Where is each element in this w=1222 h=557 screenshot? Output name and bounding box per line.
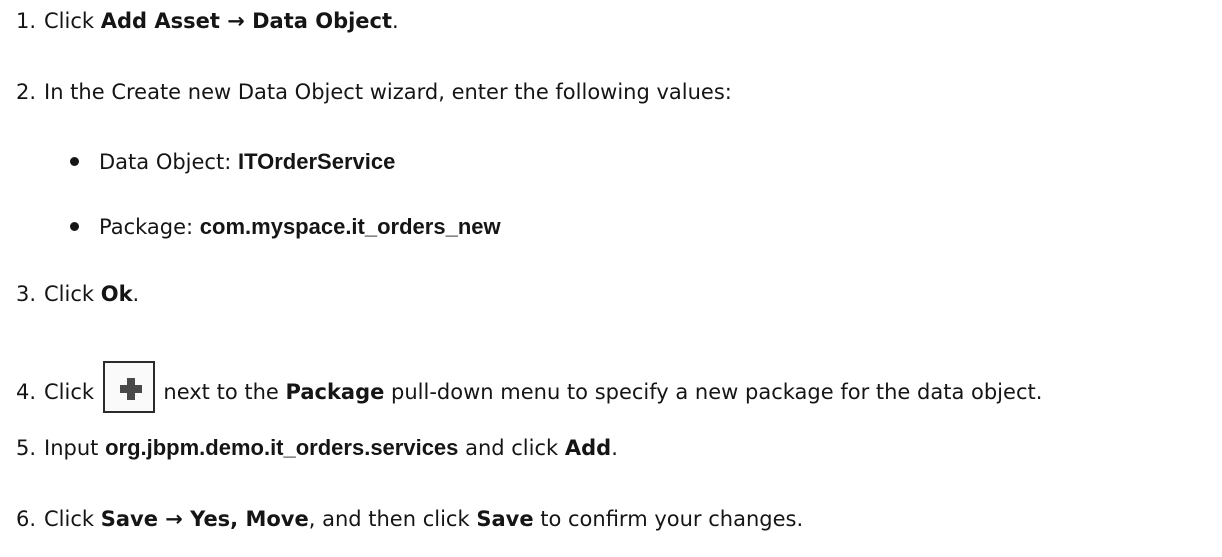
step-2: 2. In the Create new Data Object wizard, …	[0, 77, 732, 107]
step-text: to confirm your changes.	[533, 507, 804, 531]
bullet-value: com.myspace.it_orders_new	[199, 214, 501, 239]
ui-label-add-asset-data-object: Add Asset → Data Object	[100, 9, 393, 33]
bullet-icon	[70, 221, 79, 231]
step-4: 4. Click next to the Package pull-down me…	[0, 355, 1043, 413]
step-number: 6.	[15, 507, 36, 531]
step-3: 3. Click Ok.	[0, 279, 139, 309]
bullet-icon	[70, 156, 79, 166]
plus-icon	[102, 361, 155, 413]
bullet-value: ITOrderService	[237, 149, 396, 174]
step-text: In the Create new Data Object wizard, en…	[44, 80, 732, 104]
step-1: 1. Click Add Asset → Data Object.	[0, 6, 399, 36]
ui-label-save-yes-move: Save → Yes, Move	[100, 507, 309, 531]
step-text: and click	[458, 436, 565, 460]
step-text: .	[132, 282, 140, 306]
bullet-label: Data Object:	[99, 150, 238, 174]
step-text: Click	[44, 380, 101, 404]
bullet-item-data-object: Data Object: ITOrderService	[70, 147, 395, 177]
step-5: 5. Input org.jbpm.demo.it_orders.services…	[0, 433, 618, 463]
step-text: Input	[44, 436, 106, 460]
ui-label-ok: Ok	[100, 282, 133, 306]
bullet-label: Package:	[99, 215, 200, 239]
step-number: 4.	[15, 380, 36, 404]
step-6: 6. Click Save → Yes, Move, and then click…	[0, 504, 803, 534]
step-text: .	[392, 9, 399, 33]
package-name: org.jbpm.demo.it_orders.services	[105, 435, 459, 460]
step-text: next to the	[156, 380, 286, 404]
step-text: Click	[44, 9, 101, 33]
step-number: 3.	[15, 282, 36, 306]
step-number: 1.	[15, 9, 36, 33]
step-text: pull-down menu to specify a new package …	[384, 380, 1043, 404]
ui-label-package: Package	[285, 380, 385, 404]
ui-label-add: Add	[564, 436, 612, 460]
step-text: , and then click	[308, 507, 477, 531]
ui-label-save: Save	[476, 507, 534, 531]
bullet-item-package: Package: com.myspace.it_orders_new	[70, 212, 501, 242]
step-text: .	[611, 436, 618, 460]
step-text: Click	[44, 282, 101, 306]
step-number: 5.	[15, 436, 36, 460]
step-number: 2.	[15, 80, 36, 104]
step-text: Click	[44, 507, 101, 531]
